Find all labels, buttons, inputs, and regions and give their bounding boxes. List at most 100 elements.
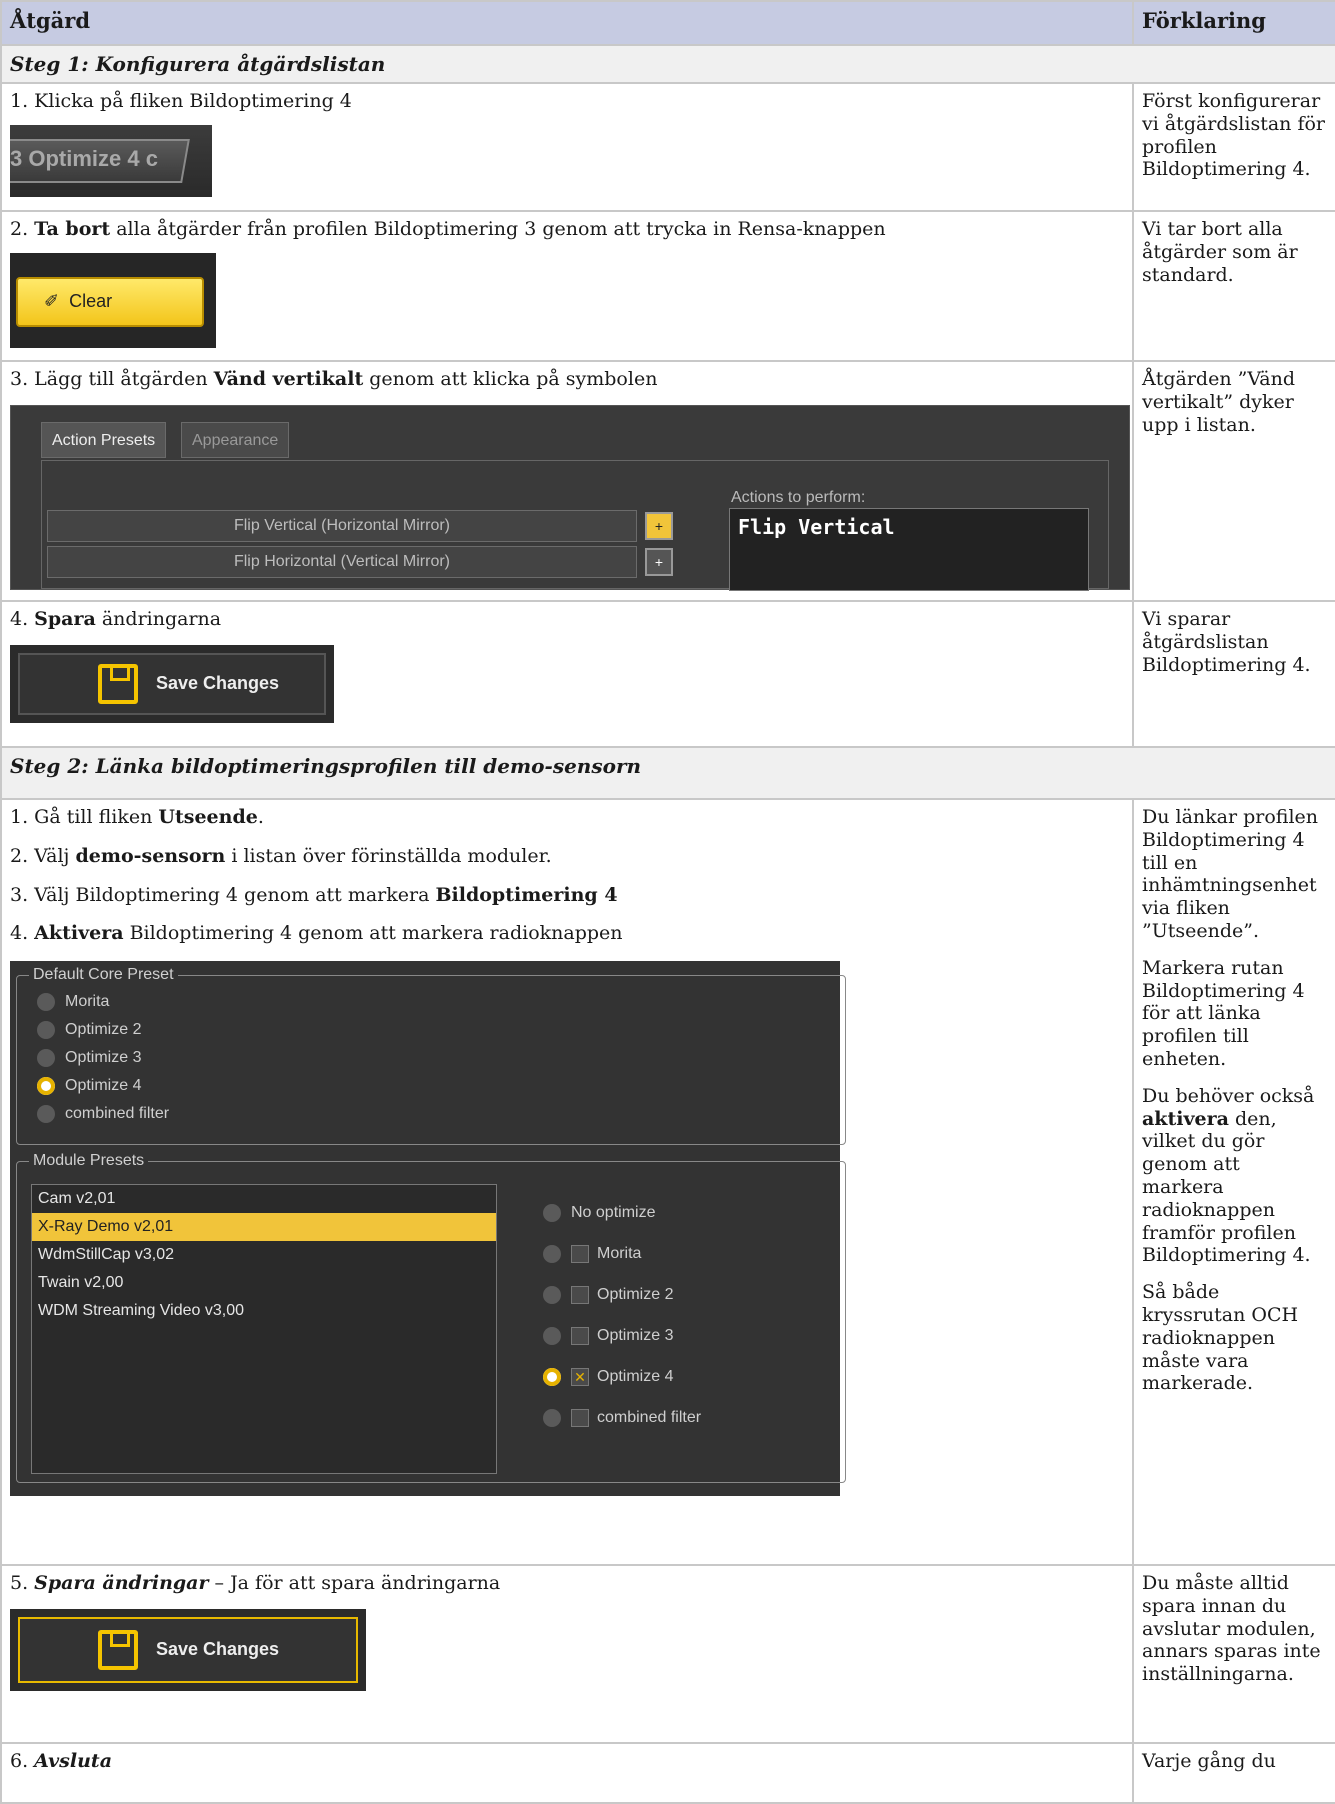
step2-title: Steg 2: Länka bildoptimeringsprofilen ti…: [0, 746, 1335, 800]
action-text: 2. Ta bort alla åtgärder från profilen B…: [10, 218, 886, 240]
clear-label: Clear: [69, 291, 113, 311]
eraser-icon: ✐: [44, 291, 60, 311]
module-presets-group: Module Presets Cam v2,01 X-Ray Demo v2,0…: [16, 1151, 846, 1484]
instruction-table: Åtgärd Förklaring Steg 1: Konfigurera åt…: [0, 0, 1335, 1804]
core-option: combined filter: [37, 1100, 169, 1128]
floppy-icon: [98, 1629, 138, 1670]
explanation-cell: Först konfigurerar vi åtgärdslistan för …: [1132, 82, 1335, 212]
radio-selected-icon: [37, 1076, 55, 1095]
clear-button-screenshot: ✐ Clear: [10, 252, 216, 348]
radio-icon: [543, 1244, 561, 1263]
module-option: Optimize 2: [543, 1274, 701, 1315]
tab-label: 3 Optimize 4 c: [10, 145, 158, 171]
core-option: Optimize 4: [37, 1072, 169, 1100]
radio-icon: [37, 1020, 55, 1039]
optimize-tab-screenshot: 3 Optimize 4 c: [10, 124, 212, 197]
explanation-cell: Varje gång du: [1132, 1742, 1335, 1804]
save-button: Save Changes: [18, 1616, 358, 1683]
explanation-cell: Vi tar bort alla åtgärder som är standar…: [1132, 210, 1335, 362]
core-option-list: Morita Optimize 2 Optimize 3 Optimize 4 …: [37, 988, 169, 1128]
action-cell: 4. Spara ändringarna Save Changes: [0, 600, 1134, 748]
list-item: Twain v2,00: [38, 1274, 124, 1292]
flip-horizontal-row: Flip Horizontal (Vertical Mirror): [47, 545, 637, 578]
radio-icon: [543, 1326, 561, 1345]
action-text: 3. Lägg till åtgärden Vänd vertikalt gen…: [10, 368, 658, 390]
checkbox-icon: [571, 1244, 589, 1263]
tab-appearance: Appearance: [181, 421, 290, 458]
step1-title: Steg 1: Konfigurera åtgärdslistan: [0, 44, 1335, 84]
radio-icon: [37, 1104, 55, 1123]
save-button-screenshot: Save Changes: [10, 1608, 366, 1691]
action-text: 4. Spara ändringarna: [10, 608, 222, 630]
step1-heading-row: Steg 1: Konfigurera åtgärdslistan: [0, 44, 1335, 84]
action-cell: 6. Avsluta: [0, 1742, 1134, 1804]
module-option: No optimize: [543, 1192, 701, 1233]
explanation-paragraph: Du behöver också aktivera den, vilket du…: [1142, 1084, 1315, 1267]
radio-icon: [543, 1285, 561, 1304]
appearance-screenshot: Default Core Preset Morita Optimize 2 Op…: [10, 961, 846, 1497]
action-text: 5. Spara ändringar – Ja för att spara än…: [10, 1572, 501, 1594]
core-option: Morita: [37, 988, 169, 1016]
clear-button: ✐ Clear: [16, 276, 204, 327]
add-action-icon: +: [645, 547, 673, 576]
checkbox-icon: [571, 1326, 589, 1345]
list-item: Cam v2,01: [38, 1190, 116, 1208]
table-row: 1. Gå till fliken Utseende. 2. Välj demo…: [0, 798, 1335, 1566]
action-cell: 1. Klicka på fliken Bildoptimering 4 3 O…: [0, 82, 1134, 212]
action-cell: 3. Lägg till åtgärden Vänd vertikalt gen…: [0, 360, 1134, 602]
module-option: ✕ Optimize 4: [543, 1356, 701, 1397]
instruction-line: 3. Välj Bildoptimering 4 genom att marke…: [10, 883, 618, 906]
table-row: 5. Spara ändringar – Ja för att spara än…: [0, 1564, 1335, 1744]
table-row: 2. Ta bort alla åtgärder från profilen B…: [0, 210, 1335, 362]
explanation-paragraph: Du länkar profilen Bildoptimering 4 till…: [1142, 806, 1319, 942]
core-group-title: Default Core Preset: [29, 965, 178, 985]
module-option: combined filter: [543, 1397, 701, 1438]
tab-action-presets: Action Presets: [41, 421, 167, 458]
flip-vertical-row: Flip Vertical (Horizontal Mirror): [47, 509, 637, 542]
radio-icon: [37, 1048, 55, 1067]
action-text: 1. Klicka på fliken Bildoptimering 4: [10, 90, 352, 112]
header-action: Åtgärd: [0, 0, 1134, 46]
default-core-preset-group: Default Core Preset Morita Optimize 2 Op…: [16, 965, 846, 1146]
module-group-title: Module Presets: [29, 1151, 149, 1171]
radio-icon: [543, 1203, 561, 1222]
perform-list: Flip Vertical: [729, 507, 1089, 591]
header-explanation: Förklaring: [1132, 0, 1335, 46]
add-action-icon: +: [645, 511, 673, 540]
action-cell: 5. Spara ändringar – Ja för att spara än…: [0, 1564, 1134, 1744]
module-options: No optimize Morita Optimize 2 Optimize 3…: [543, 1192, 701, 1438]
save-label: Save Changes: [156, 1639, 280, 1659]
save-label: Save Changes: [156, 673, 280, 693]
checkbox-icon: [571, 1408, 589, 1427]
list-item: WDM Streaming Video v3,00: [38, 1302, 245, 1320]
radio-selected-icon: [543, 1367, 561, 1386]
explanation-cell: Du måste alltid spara innan du avslutar …: [1132, 1564, 1335, 1744]
explanation-paragraph: Markera rutan Bildoptimering 4 för att l…: [1142, 956, 1305, 1070]
instruction-line: 2. Välj demo-sensorn i listan över förin…: [10, 844, 552, 867]
checkbox-icon: [571, 1285, 589, 1304]
module-option: Optimize 3: [543, 1315, 701, 1356]
explanation-paragraph: Så både kryssrutan OCH radioknappen måst…: [1142, 1281, 1299, 1395]
checkbox-checked-icon: ✕: [571, 1367, 589, 1386]
table-row: 6. Avsluta Varje gång du: [0, 1742, 1335, 1804]
radio-icon: [37, 992, 55, 1011]
instruction-line: 1. Gå till fliken Utseende.: [10, 806, 264, 828]
list-item-selected: X-Ray Demo v2,01: [32, 1213, 496, 1242]
action-cell: 1. Gå till fliken Utseende. 2. Välj demo…: [0, 798, 1134, 1566]
floppy-icon: [98, 663, 138, 704]
action-text: 6. Avsluta: [10, 1750, 112, 1772]
explanation-cell: Åtgärden ”Vänd vertikalt” dyker upp i li…: [1132, 360, 1335, 602]
explanation-cell: Du länkar profilen Bildoptimering 4 till…: [1132, 798, 1335, 1566]
module-option: Morita: [543, 1233, 701, 1274]
radio-icon: [543, 1408, 561, 1427]
perform-item: Flip Vertical: [738, 514, 895, 539]
step2-heading-row: Steg 2: Länka bildoptimeringsprofilen ti…: [0, 746, 1335, 800]
table-header: Åtgärd Förklaring: [0, 0, 1335, 46]
list-item: WdmStillCap v3,02: [38, 1246, 175, 1264]
core-option: Optimize 2: [37, 1016, 169, 1044]
explanation-cell: Vi sparar åtgärdslistan Bildoptimering 4…: [1132, 600, 1335, 748]
instruction-line: 4. Aktivera Bildoptimering 4 genom att m…: [10, 922, 623, 945]
table-row: 1. Klicka på fliken Bildoptimering 4 3 O…: [0, 82, 1335, 212]
action-cell: 2. Ta bort alla åtgärder från profilen B…: [0, 210, 1134, 362]
save-button-screenshot: Save Changes: [10, 644, 334, 723]
